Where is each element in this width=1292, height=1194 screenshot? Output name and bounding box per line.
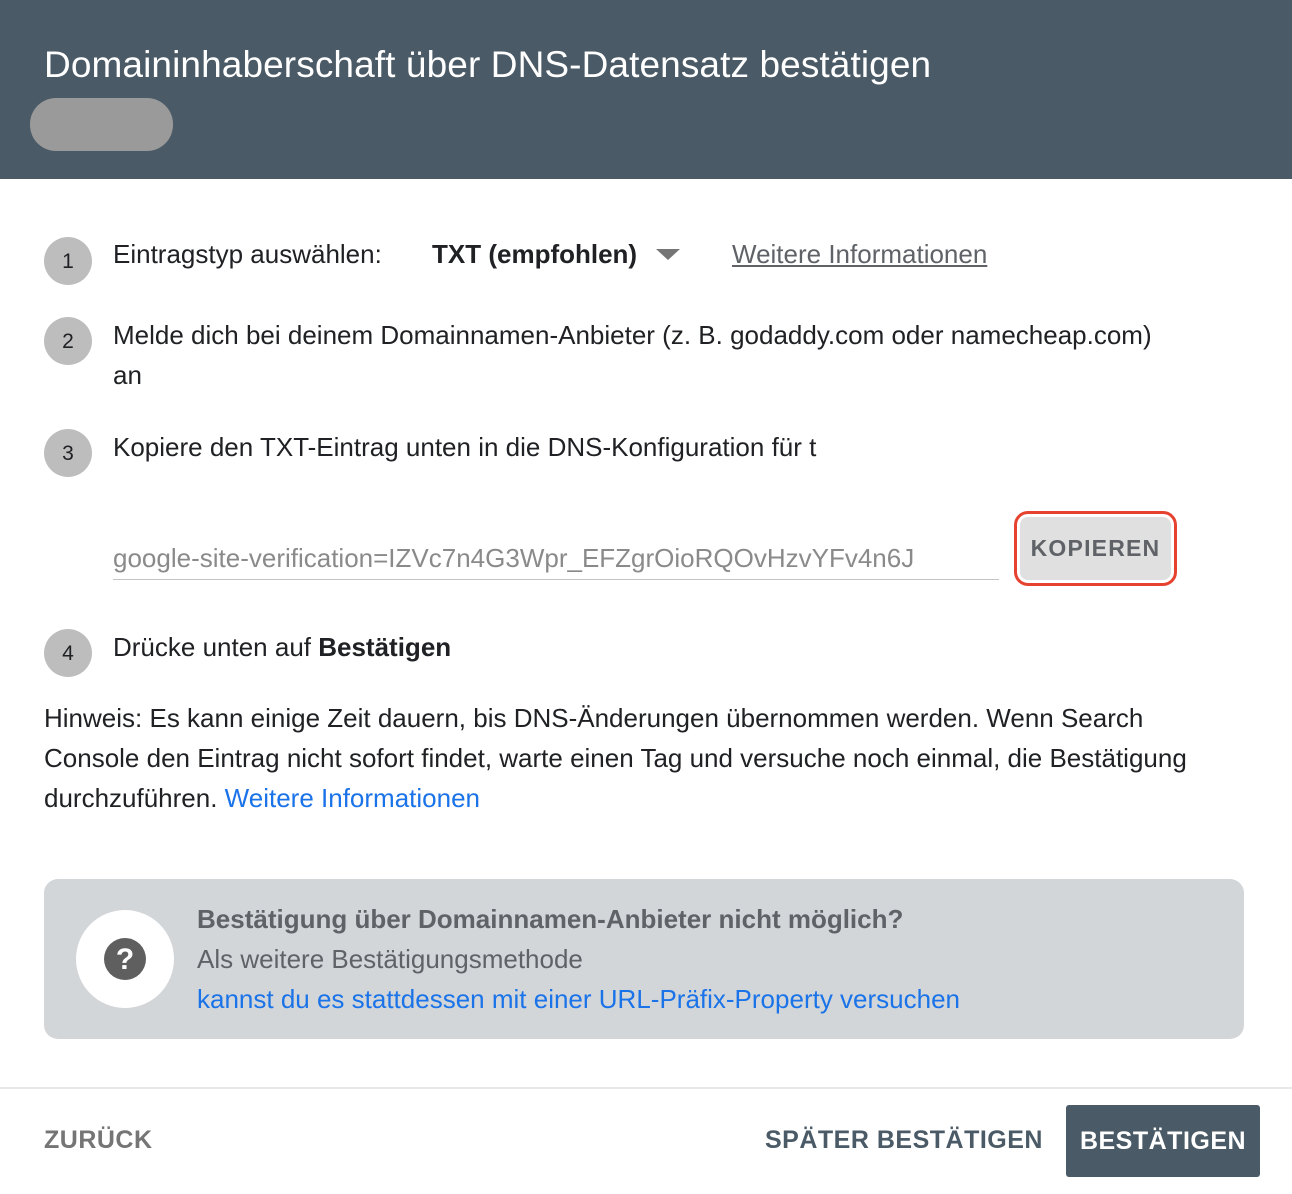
dns-note-text: Hinweis: Es kann einige Zeit dauern, bis… — [44, 703, 1187, 813]
url-prefix-property-link[interactable]: kannst du es stattdessen mit einer URL-P… — [197, 979, 960, 1019]
alternative-method-title: Bestätigung über Domainnamen-Anbieter ni… — [197, 904, 904, 934]
more-info-link-record-type[interactable]: Weitere Informationen — [732, 234, 987, 274]
chevron-down-icon — [656, 249, 680, 260]
alternative-method-box: ? Bestätigung über Domainnamen-Anbieter … — [44, 879, 1244, 1039]
step-number-1: 1 — [44, 237, 92, 285]
step-3-label: Kopiere den TXT-Eintrag unten in die DNS… — [113, 432, 817, 462]
back-button[interactable]: ZURÜCK — [44, 1120, 153, 1160]
footer-divider — [0, 1087, 1292, 1089]
dialog-header: Domaininhaberschaft über DNS-Datensatz b… — [0, 0, 1292, 179]
step-4-text: Drücke unten auf Bestätigen — [113, 627, 451, 667]
step-2-line-1: Melde dich bei deinem Domainnamen-Anbiet… — [113, 320, 1152, 350]
step-number-3: 3 — [44, 429, 92, 477]
dns-note: Hinweis: Es kann einige Zeit dauern, bis… — [44, 698, 1244, 818]
help-icon-circle: ? — [76, 910, 174, 1008]
txt-record-field[interactable]: google-site-verification=IZVc7n4G3Wpr_EF… — [113, 538, 999, 580]
step-number-4: 4 — [44, 629, 92, 677]
step-number-2: 2 — [44, 317, 92, 365]
alternative-method-text: Als weitere Bestätigungsmethode — [197, 944, 583, 974]
more-info-link-note[interactable]: Weitere Informationen — [225, 783, 480, 813]
copy-button[interactable]: KOPIEREN — [1020, 517, 1171, 580]
help-icon: ? — [104, 938, 146, 980]
step-4-bold: Bestätigen — [318, 632, 452, 662]
step-4-prefix: Drücke unten auf — [113, 632, 319, 662]
step-2-text: Melde dich bei deinem Domainnamen-Anbiet… — [113, 315, 1253, 395]
verify-later-button[interactable]: SPÄTER BESTÄTIGEN — [765, 1120, 1043, 1160]
dialog-title: Domaininhaberschaft über DNS-Datensatz b… — [44, 44, 932, 85]
step-2-line-2: an — [113, 360, 142, 390]
domain-chip-redacted — [30, 98, 173, 151]
step-1-label: Eintragstyp auswählen: — [113, 239, 382, 269]
verify-button[interactable]: BESTÄTIGEN — [1066, 1105, 1260, 1177]
record-type-value: TXT (empfohlen) — [432, 239, 638, 269]
